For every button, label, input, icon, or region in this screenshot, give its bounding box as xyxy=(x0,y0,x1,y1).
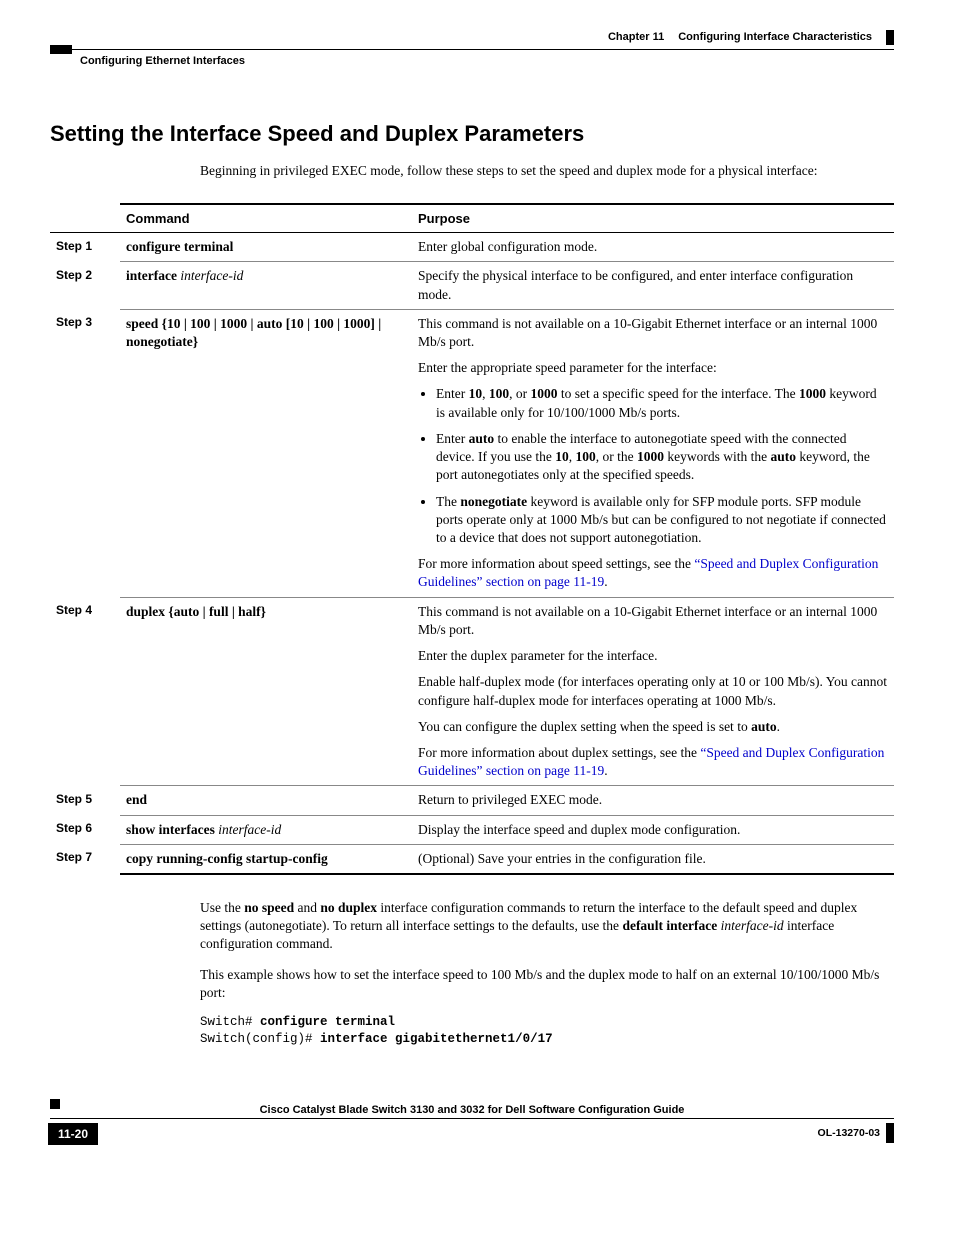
cmd: show interfaces xyxy=(126,822,215,837)
cmd-arg: interface-id xyxy=(218,822,281,837)
purpose: Enter global configuration mode. xyxy=(412,233,894,262)
cmd: duplex {auto | full | half} xyxy=(126,604,266,619)
body-after: Use the no speed and no duplex interface… xyxy=(200,899,894,1002)
cmd: end xyxy=(126,792,147,807)
table-row: Step 2 interface interface-id Specify th… xyxy=(50,262,894,309)
purpose-text: Enter the appropriate speed parameter fo… xyxy=(418,359,888,377)
code-block: Switch# configure terminal Switch(config… xyxy=(200,1014,894,1048)
purpose-text: Enable half-duplex mode (for interfaces … xyxy=(418,673,888,709)
cmd: speed {10 | 100 | 1000 | auto [10 | 100 … xyxy=(126,316,381,349)
cmd: configure terminal xyxy=(126,239,233,254)
purpose: Specify the physical interface to be con… xyxy=(412,262,894,309)
purpose-text: You can configure the duplex setting whe… xyxy=(418,718,888,736)
table-row: Step 3 speed {10 | 100 | 1000 | auto [10… xyxy=(50,309,894,597)
list-item: Enter auto to enable the interface to au… xyxy=(436,430,888,485)
step-label: Step 5 xyxy=(50,786,120,815)
running-header: Chapter 11 Configuring Interface Charact… xyxy=(50,30,894,45)
col-step xyxy=(50,204,120,233)
table-row: Step 6 show interfaces interface-id Disp… xyxy=(50,815,894,844)
purpose: Display the interface speed and duplex m… xyxy=(412,815,894,844)
step-label: Step 4 xyxy=(50,597,120,786)
table-row: Step 7 copy running-config startup-confi… xyxy=(50,844,894,874)
step-label: Step 3 xyxy=(50,309,120,597)
footer-guide: Cisco Catalyst Blade Switch 3130 and 303… xyxy=(254,1104,691,1116)
list-item: Enter 10, 100, or 1000 to set a specific… xyxy=(436,385,888,421)
step-label: Step 6 xyxy=(50,815,120,844)
purpose: (Optional) Save your entries in the conf… xyxy=(412,844,894,874)
purpose: Return to privileged EXEC mode. xyxy=(412,786,894,815)
cmd: copy running-config startup-config xyxy=(126,851,328,866)
cmd-arg: interface-id xyxy=(180,268,243,283)
list-item: The nonegotiate keyword is available onl… xyxy=(436,493,888,548)
step-label: Step 1 xyxy=(50,233,120,262)
example-intro: This example shows how to set the interf… xyxy=(200,966,894,1002)
chapter-label: Chapter 11 xyxy=(608,30,664,45)
purpose-text: For more information about duplex settin… xyxy=(418,744,888,780)
page-footer: Cisco Catalyst Blade Switch 3130 and 303… xyxy=(50,1118,894,1145)
table-row: Step 1 configure terminal Enter global c… xyxy=(50,233,894,262)
intro-paragraph: Beginning in privileged EXEC mode, follo… xyxy=(200,162,894,180)
step-label: Step 7 xyxy=(50,844,120,874)
step-label: Step 2 xyxy=(50,262,120,309)
purpose-text: This command is not available on a 10-Gi… xyxy=(418,603,888,639)
running-subheader: Configuring Ethernet Interfaces xyxy=(50,49,894,69)
section-title: Setting the Interface Speed and Duplex P… xyxy=(50,119,894,149)
cmd: interface xyxy=(126,268,177,283)
col-command: Command xyxy=(120,204,412,233)
command-table: Command Purpose Step 1 configure termina… xyxy=(50,203,894,875)
chapter-title: Configuring Interface Characteristics xyxy=(678,30,872,45)
purpose-text: This command is not available on a 10-Gi… xyxy=(418,315,888,351)
purpose-text: Enter the duplex parameter for the inter… xyxy=(418,647,888,665)
table-row: Step 5 end Return to privileged EXEC mod… xyxy=(50,786,894,815)
col-purpose: Purpose xyxy=(412,204,894,233)
purpose-text: For more information about speed setting… xyxy=(418,555,888,591)
page-number: 11-20 xyxy=(48,1123,98,1145)
table-row: Step 4 duplex {auto | full | half} This … xyxy=(50,597,894,786)
doc-number: OL-13270-03 xyxy=(818,1123,894,1143)
bullet-list: Enter 10, 100, or 1000 to set a specific… xyxy=(436,385,888,547)
